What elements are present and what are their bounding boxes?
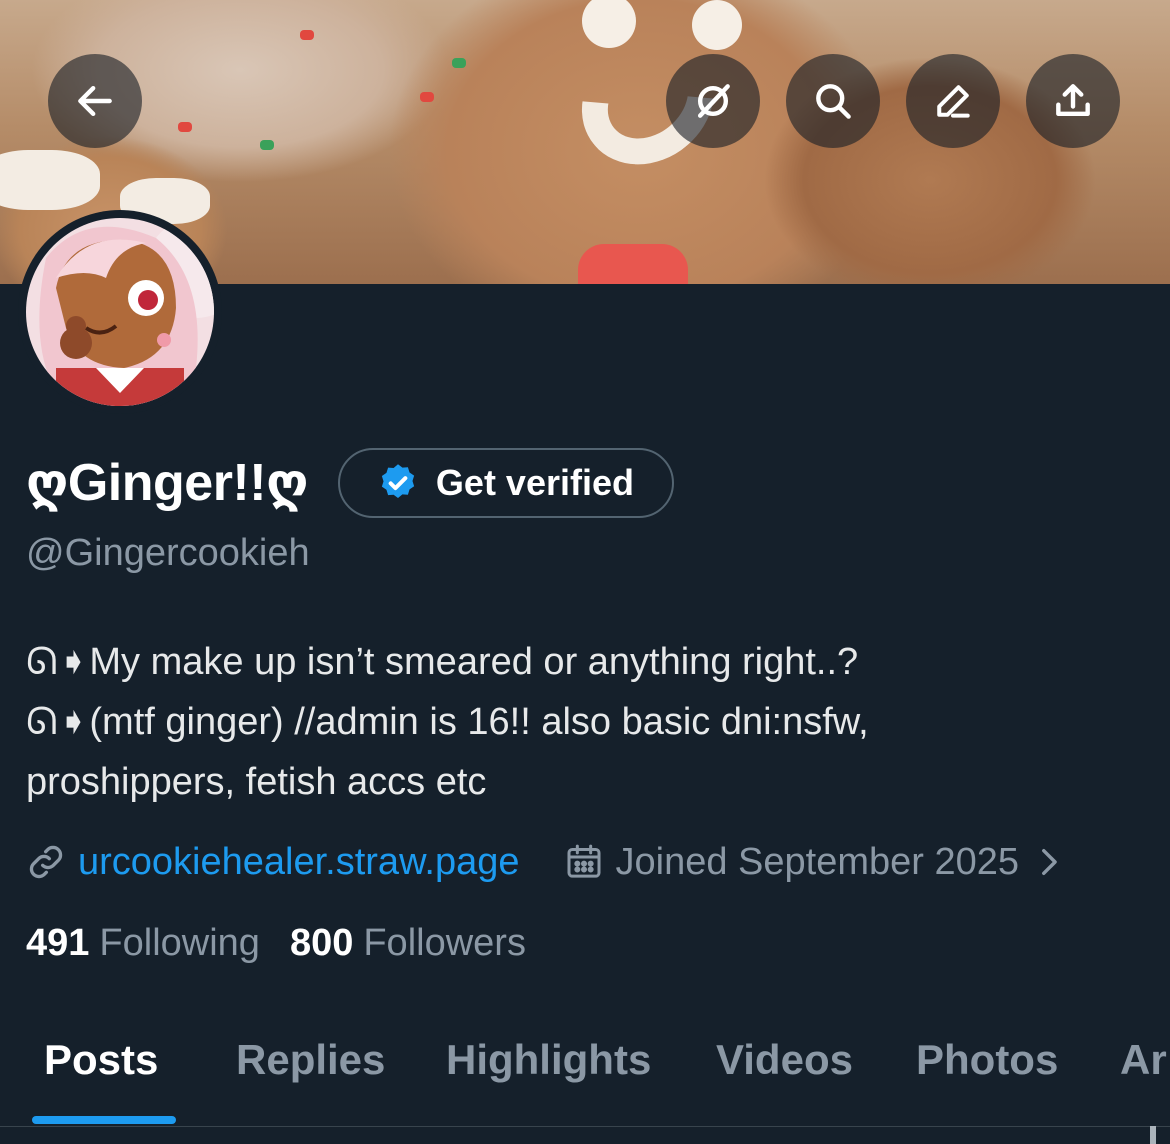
banner-sprinkle bbox=[260, 140, 274, 150]
bio-line: ᘏ➧My make up isn’t smeared or anything r… bbox=[26, 641, 859, 683]
tabs-divider bbox=[0, 1126, 1170, 1127]
arrow-left-icon bbox=[78, 85, 112, 117]
verified-badge-icon bbox=[381, 464, 415, 499]
banner-sprinkle bbox=[178, 122, 192, 132]
name-row: ღGinger!!ღ Get verified bbox=[26, 448, 674, 518]
search-button[interactable] bbox=[786, 54, 880, 148]
followers-label: Followers bbox=[363, 922, 526, 964]
tab-highlights[interactable]: Highlights bbox=[446, 1036, 651, 1084]
joined-date[interactable]: Joined September 2025 bbox=[616, 841, 1020, 884]
follow-stats: 491 Following 800 Followers bbox=[26, 922, 526, 965]
banner-sprinkle bbox=[300, 30, 314, 40]
banner-cookie-eye bbox=[692, 0, 742, 50]
banner-cookie-heart bbox=[578, 244, 688, 284]
avatar[interactable] bbox=[18, 210, 222, 414]
banner-sprinkle bbox=[452, 58, 466, 68]
calendar-icon bbox=[567, 844, 601, 878]
tab-replies[interactable]: Replies bbox=[236, 1036, 385, 1084]
share-button[interactable] bbox=[1026, 54, 1120, 148]
following-count: 491 bbox=[26, 922, 90, 964]
profile-tabs: Posts Replies Highlights Videos Photos A… bbox=[0, 1010, 1170, 1120]
bio-line: ᘏ➧(mtf ginger) //admin is 16!! also basi… bbox=[26, 701, 869, 743]
edit-icon bbox=[937, 85, 970, 118]
grok-icon bbox=[697, 84, 730, 118]
active-tab-indicator bbox=[32, 1116, 176, 1124]
following-label: Following bbox=[99, 922, 260, 964]
tab-photos[interactable]: Photos bbox=[916, 1036, 1058, 1084]
tab-articles[interactable]: Ar bbox=[1120, 1036, 1167, 1084]
tab-videos[interactable]: Videos bbox=[716, 1036, 853, 1084]
grok-button[interactable] bbox=[666, 54, 760, 148]
profile-meta: urcookiehealer.straw.page Joined Septemb… bbox=[26, 836, 1065, 888]
user-handle: @Gingercookieh bbox=[26, 532, 310, 574]
followers-count: 800 bbox=[289, 922, 354, 964]
tab-posts[interactable]: Posts bbox=[44, 1036, 158, 1084]
avatar-illustration bbox=[26, 218, 214, 406]
profile-bio: ᘏ➧My make up isn’t smeared or anything r… bbox=[26, 632, 1136, 812]
website-link[interactable]: urcookiehealer.straw.page bbox=[78, 841, 520, 884]
link-icon bbox=[29, 845, 63, 879]
search-icon bbox=[816, 84, 851, 119]
followers-stat[interactable]: 800 Followers bbox=[290, 922, 526, 965]
get-verified-button[interactable]: Get verified bbox=[337, 448, 674, 518]
back-button[interactable] bbox=[48, 54, 142, 148]
following-stat[interactable]: 491 Following bbox=[26, 922, 260, 965]
share-icon bbox=[1056, 84, 1090, 117]
chevron-right-icon[interactable] bbox=[1031, 845, 1065, 879]
edit-button[interactable] bbox=[906, 54, 1000, 148]
scrollbar[interactable] bbox=[1150, 1126, 1156, 1144]
bio-line: proshippers, fetish accs etc bbox=[26, 761, 487, 803]
avatar-image bbox=[26, 218, 214, 406]
banner-sprinkle bbox=[420, 92, 434, 102]
banner-icing bbox=[0, 150, 100, 210]
display-name: ღGinger!!ღ bbox=[26, 454, 308, 512]
get-verified-label: Get verified bbox=[435, 462, 634, 503]
